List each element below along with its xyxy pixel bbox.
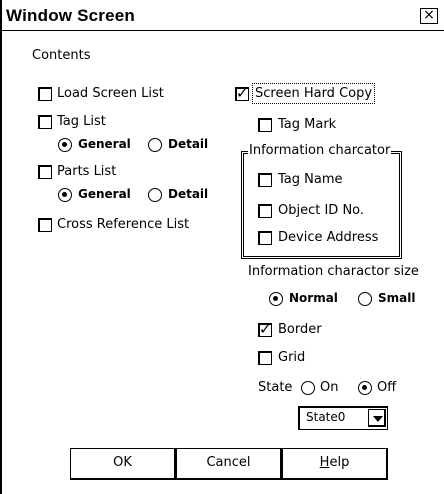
tag-name-label: Tag Name: [278, 172, 343, 187]
cancel-button[interactable]: Cancel: [176, 448, 282, 480]
check-icon: ✓: [236, 84, 249, 102]
parts-list-label: Parts List: [57, 164, 117, 179]
title-bar: Window Screen ×: [2, 0, 444, 31]
device-address-label: Device Address: [278, 230, 379, 245]
tag-list-detail-label: Detail: [168, 137, 209, 151]
cross-reference-list-label: Cross Reference List: [57, 217, 190, 232]
screen-hard-copy-checkbox[interactable]: ✓: [235, 84, 249, 102]
help-button-label: Help: [319, 455, 350, 470]
tag-mark-checkbox[interactable]: [258, 118, 272, 132]
border-checkbox[interactable]: ✓: [258, 320, 272, 338]
parts-list-general-radio[interactable]: [58, 188, 72, 202]
help-button[interactable]: Help: [282, 448, 388, 480]
close-button[interactable]: ×: [420, 8, 438, 24]
grid-checkbox[interactable]: [258, 351, 272, 365]
parts-list-general-label: General: [78, 187, 131, 201]
state-on-radio[interactable]: [301, 381, 315, 395]
chevron-down-icon[interactable]: [368, 409, 386, 427]
cross-reference-list-checkbox[interactable]: [38, 218, 52, 232]
tag-name-checkbox[interactable]: [258, 173, 272, 187]
window-title: Window Screen: [6, 6, 136, 25]
size-small-label: Small: [378, 291, 416, 305]
size-normal-radio[interactable]: [269, 292, 283, 306]
tag-list-detail-radio[interactable]: [148, 138, 162, 152]
size-normal-label: Normal: [289, 291, 338, 305]
check-icon: ✓: [259, 320, 272, 338]
screen-hard-copy-label: Screen Hard Copy: [251, 83, 376, 104]
state-on-label: On: [320, 380, 339, 395]
state-select[interactable]: State0: [298, 406, 388, 430]
load-screen-list-checkbox[interactable]: [38, 87, 52, 101]
object-id-checkbox[interactable]: [258, 204, 272, 218]
tag-list-checkbox[interactable]: [38, 115, 52, 129]
parts-list-checkbox[interactable]: [38, 165, 52, 179]
device-address-checkbox[interactable]: [258, 231, 272, 245]
ok-button[interactable]: OK: [70, 448, 176, 480]
dialog-window: Window Screen × Contents Load Screen Lis…: [0, 0, 444, 494]
state-select-value: State0: [306, 410, 346, 424]
border-label: Border: [278, 322, 322, 337]
state-off-radio[interactable]: [358, 381, 372, 395]
state-off-label: Off: [377, 380, 397, 395]
grid-label: Grid: [278, 350, 306, 365]
tag-list-general-label: General: [78, 137, 131, 151]
cancel-button-label: Cancel: [206, 455, 251, 470]
parts-list-detail-radio[interactable]: [148, 188, 162, 202]
tag-list-label: Tag List: [57, 114, 106, 129]
close-icon: ×: [423, 7, 435, 23]
information-charcator-title: Information charcator: [248, 143, 392, 158]
ok-button-label: OK: [113, 455, 132, 470]
size-small-radio[interactable]: [358, 292, 372, 306]
tag-mark-label: Tag Mark: [278, 117, 337, 132]
load-screen-list-label: Load Screen List: [57, 86, 164, 101]
tag-list-general-radio[interactable]: [58, 138, 72, 152]
object-id-label: Object ID No.: [278, 203, 365, 218]
information-charactor-size-label: Information charactor size: [248, 264, 419, 279]
state-label: State: [258, 380, 293, 395]
parts-list-detail-label: Detail: [168, 187, 209, 201]
contents-label: Contents: [32, 48, 91, 63]
